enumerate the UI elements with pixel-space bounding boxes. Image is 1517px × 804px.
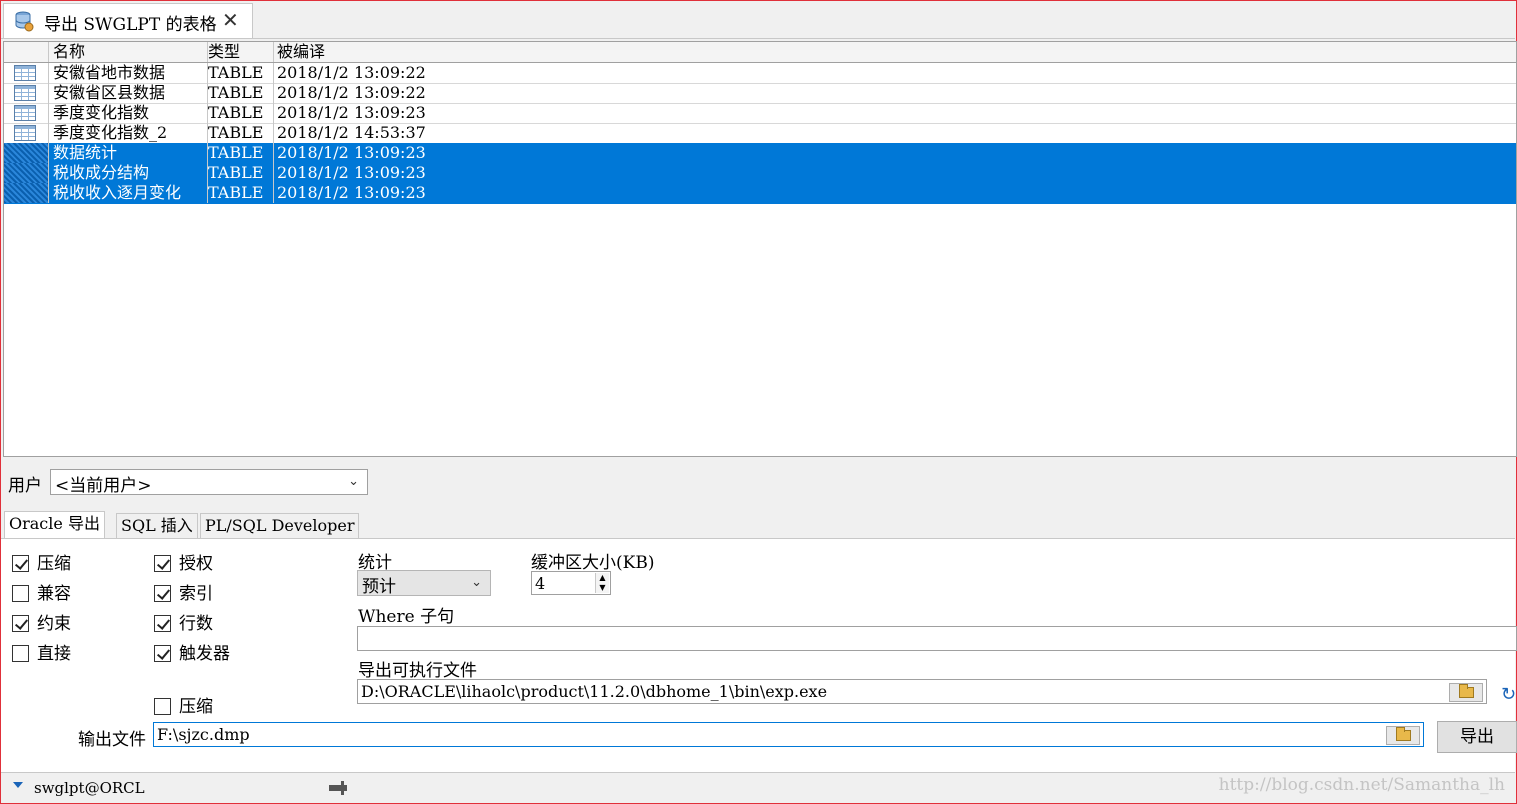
cell-type: TABLE (204, 123, 274, 143)
tab-plsql-developer[interactable]: PL/SQL Developer (200, 513, 360, 538)
folder-icon (1396, 727, 1411, 741)
row-selector (4, 143, 49, 163)
cell-compiled: 2018/1/2 13:09:23 (277, 103, 426, 122)
chevron-down-icon: ⌄ (471, 575, 482, 590)
cell-type: TABLE (204, 63, 274, 83)
buffer-size-value: 4 (535, 574, 546, 593)
watermark: http://blog.csdn.net/Samantha_lh (1218, 775, 1505, 795)
document-tab-bar: 导出 SWGLPT 的表格 ✕ (1, 1, 1515, 39)
table-row-selected[interactable]: 税收收入逐月变化 TABLE 2018/1/2 13:09:23 (4, 183, 1516, 204)
folder-icon (1459, 684, 1474, 698)
table-row[interactable]: 安徽省区县数据 TABLE 2018/1/2 13:09:22 (4, 83, 1516, 104)
buffer-size-stepper[interactable]: 4 ▲ ▼ (531, 571, 611, 595)
table-row[interactable]: 季度变化指数_2 TABLE 2018/1/2 14:53:37 (4, 123, 1516, 144)
cell-name: 数据统计 (49, 143, 208, 163)
table-row-selected[interactable]: 数据统计 TABLE 2018/1/2 13:09:23 (4, 143, 1516, 164)
document-tab-title: 导出 SWGLPT 的表格 (44, 15, 217, 35)
checkbox-box[interactable] (12, 585, 29, 602)
document-tab[interactable]: 导出 SWGLPT 的表格 ✕ (3, 3, 253, 38)
user-select-value: <当前用户> (55, 476, 152, 496)
column-header-name[interactable]: 名称 (49, 42, 208, 62)
close-icon[interactable]: ✕ (222, 8, 239, 32)
export-executable-input[interactable]: D:\ORACLE\lihaolc\product\11.2.0\dbhome_… (357, 679, 1487, 704)
cell-compiled: 2018/1/2 13:09:23 (277, 163, 426, 182)
stats-select[interactable]: 预计 ⌄ (357, 570, 491, 597)
cell-name: 安徽省区县数据 (49, 83, 208, 103)
cell-name: 季度变化指数_2 (49, 123, 208, 143)
table-row-selected[interactable]: 税收成分结构 TABLE 2018/1/2 13:09:23 (4, 163, 1516, 184)
buffer-size-label: 缓冲区大小(KB) (531, 553, 655, 573)
cell-type: TABLE (204, 183, 274, 203)
cell-name: 安徽省地市数据 (49, 63, 208, 83)
row-selector (4, 163, 49, 183)
column-header-compiled[interactable]: 被编译 (274, 42, 1507, 62)
table-row[interactable]: 季度变化指数 TABLE 2018/1/2 13:09:23 (4, 103, 1516, 124)
cell-name: 税收成分结构 (49, 163, 208, 183)
cell-type: TABLE (204, 163, 274, 183)
output-file-label: 输出文件 (78, 730, 146, 750)
tab-sql-insert[interactable]: SQL 插入 (116, 513, 198, 538)
cell-name: 季度变化指数 (49, 103, 208, 123)
export-executable-value: D:\ORACLE\lihaolc\product\11.2.0\dbhome_… (361, 682, 828, 701)
header-icon-cell (4, 42, 49, 62)
export-executable-label: 导出可执行文件 (358, 661, 477, 681)
status-bar: swglpt@ORCL http://blog.csdn.net/Samanth… (1, 772, 1515, 803)
output-file-value: F:\sjzc.dmp (157, 725, 250, 744)
chevron-down-icon: ⌄ (348, 474, 359, 489)
tab-oracle-export[interactable]: Oracle 导出 (4, 511, 105, 539)
grid-header: 名称 类型 被编译 (4, 42, 1516, 63)
table-grid[interactable]: 名称 类型 被编译 安徽省地市数据 TABLE 2018/1/2 13:09:2… (3, 41, 1517, 457)
browse-output-button[interactable] (1386, 726, 1420, 745)
table-icon (14, 105, 36, 121)
column-header-type[interactable]: 类型 (204, 42, 274, 62)
browse-executable-button[interactable] (1449, 683, 1483, 702)
cell-type: TABLE (204, 103, 274, 123)
refresh-icon[interactable]: ↻ (1501, 684, 1516, 705)
checkbox-box[interactable] (154, 698, 171, 715)
checkbox-box[interactable] (12, 555, 29, 572)
user-label: 用户 (8, 476, 42, 496)
checkbox-box[interactable] (154, 645, 171, 662)
checkbox-box[interactable] (12, 645, 29, 662)
cell-compiled: 2018/1/2 13:09:23 (277, 143, 426, 162)
cell-name: 税收收入逐月变化 (49, 183, 208, 203)
table-row[interactable]: 安徽省地市数据 TABLE 2018/1/2 13:09:22 (4, 63, 1516, 84)
cell-compiled: 2018/1/2 14:53:37 (277, 123, 426, 142)
cell-type: TABLE (204, 83, 274, 103)
cell-compiled: 2018/1/2 13:09:23 (277, 183, 426, 202)
checkbox-box[interactable] (12, 615, 29, 632)
where-clause-input[interactable] (357, 626, 1517, 651)
checkbox-box[interactable] (154, 585, 171, 602)
where-clause-label: Where 子句 (358, 607, 455, 627)
database-icon (15, 11, 34, 32)
checkbox-box[interactable] (154, 555, 171, 572)
table-icon (14, 85, 36, 101)
user-select[interactable]: <当前用户> ⌄ (50, 469, 368, 496)
table-icon (14, 65, 36, 81)
stats-select-value: 预计 (362, 577, 396, 597)
cell-compiled: 2018/1/2 13:09:22 (277, 63, 426, 82)
row-selector (4, 183, 49, 203)
connection-label[interactable]: swglpt@ORCL (34, 779, 145, 797)
dropdown-arrow-icon[interactable] (13, 782, 23, 788)
cell-compiled: 2018/1/2 13:09:22 (277, 83, 426, 102)
checkbox-box[interactable] (154, 615, 171, 632)
cell-type: TABLE (204, 143, 274, 163)
spinner-arrows-icon[interactable]: ▲ ▼ (595, 573, 609, 593)
output-file-input[interactable]: F:\sjzc.dmp (153, 722, 1424, 747)
export-button[interactable]: 导出 (1437, 721, 1517, 753)
pin-icon[interactable] (329, 781, 347, 795)
table-icon (14, 125, 36, 141)
